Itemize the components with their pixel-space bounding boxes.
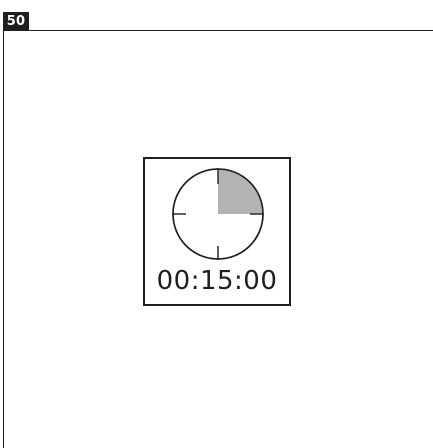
clock-icon	[172, 168, 264, 260]
left-margin-rule	[3, 31, 4, 448]
page-number-badge: 50	[3, 12, 29, 31]
timer-figure: 00:15:00	[143, 157, 291, 306]
header-divider	[29, 30, 433, 31]
timer-readout: 00:15:00	[156, 266, 278, 296]
